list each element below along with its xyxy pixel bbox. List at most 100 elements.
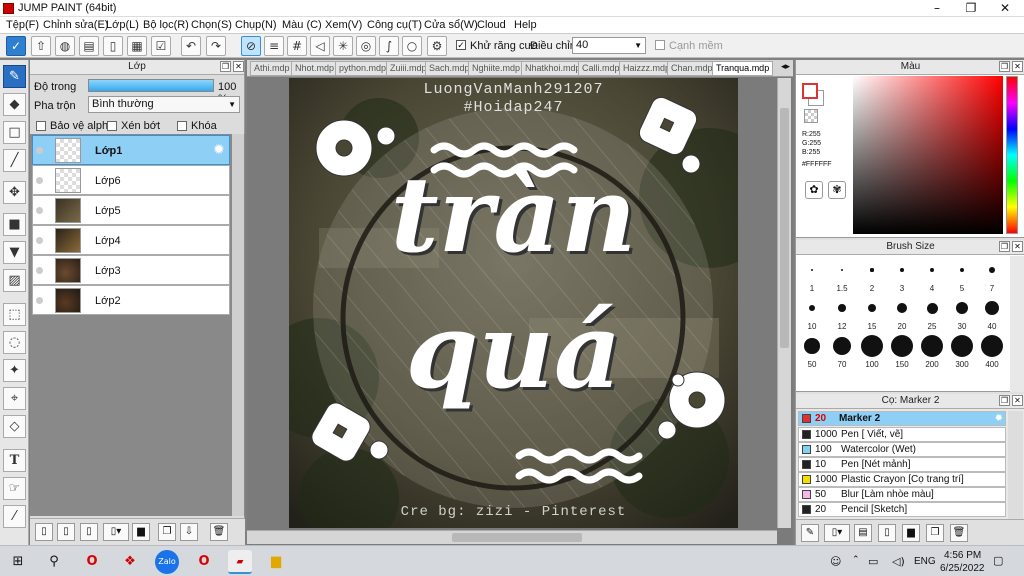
panel-close-icon[interactable]: ✕: [233, 61, 244, 72]
brush-size-option[interactable]: 3: [887, 258, 917, 294]
visibility-icon[interactable]: [36, 267, 43, 274]
canvas-horizontal-scrollbar[interactable]: [247, 530, 777, 544]
antialias-checkbox[interactable]: ✓: [456, 40, 466, 50]
adjust-input[interactable]: 40 ▼: [572, 37, 646, 54]
tab-calli[interactable]: Calli.mdp: [578, 61, 624, 76]
comment-icon[interactable]: ◍: [55, 36, 75, 56]
brush-size-option[interactable]: 30: [947, 296, 977, 332]
layer-row[interactable]: Lớp1 ✹: [32, 135, 230, 165]
transparent-color-icon[interactable]: [804, 109, 818, 123]
brush-tool-icon[interactable]: ✎: [3, 65, 26, 88]
panel-float-icon[interactable]: ❐: [999, 61, 1010, 72]
windows-start-icon[interactable]: ⊞: [6, 550, 30, 574]
protect-alpha-checkbox[interactable]: [36, 121, 46, 131]
panel-float-icon[interactable]: ❐: [999, 395, 1010, 406]
tab-nghiite[interactable]: Nghiite.mdp: [468, 61, 525, 76]
snap-vanish-icon[interactable]: ◁: [310, 36, 330, 56]
brush-size-option[interactable]: 25: [917, 296, 947, 332]
folder-icon[interactable]: ▆: [902, 524, 920, 542]
bucket-tool-icon[interactable]: ▼: [3, 241, 26, 264]
line-tool-icon[interactable]: ╱: [3, 149, 26, 172]
palette-icon[interactable]: ✿: [805, 181, 823, 199]
brush-size-option[interactable]: 5: [947, 258, 977, 294]
layer-row[interactable]: Lớp6: [32, 165, 230, 195]
menu-window[interactable]: Cửa sổ(W): [424, 19, 478, 31]
delete-brush-icon[interactable]: 🗑: [950, 524, 968, 542]
panel-close-icon[interactable]: ✕: [1012, 395, 1023, 406]
tab-scroll-icon[interactable]: ◂▸: [781, 62, 790, 72]
page-check-icon[interactable]: ☑: [151, 36, 171, 56]
brush-size-option[interactable]: 200: [917, 334, 947, 370]
network-icon[interactable]: ▭: [868, 555, 878, 568]
layer-row[interactable]: Lớp4: [32, 225, 230, 255]
gradient-tool-icon[interactable]: ▨: [3, 269, 26, 292]
foreground-color-swatch[interactable]: [802, 83, 818, 99]
visibility-icon[interactable]: [36, 147, 43, 154]
select-pen-tool-icon[interactable]: ⌖: [3, 387, 26, 410]
tab-nhot[interactable]: Nhot.mdp: [291, 61, 339, 76]
brush-tool-icon[interactable]: ✎: [801, 524, 819, 542]
merge-layer-icon[interactable]: ⇩: [180, 523, 198, 541]
page-settings-icon[interactable]: ▦: [127, 36, 147, 56]
brush-item[interactable]: 20 Pencil [Sketch]: [798, 502, 1006, 517]
opera-icon[interactable]: O: [80, 550, 104, 574]
select-rect-tool-icon[interactable]: ⬚: [3, 303, 26, 326]
tab-nhatkhoi[interactable]: Nhatkhoi.mdp: [521, 61, 585, 76]
snap-grid-icon[interactable]: #: [287, 36, 307, 56]
people-icon[interactable]: ☺: [830, 555, 841, 568]
search-icon[interactable]: ⚲: [42, 550, 66, 574]
language-indicator[interactable]: ENG: [914, 556, 936, 567]
duplicate-brush-icon[interactable]: ❐: [926, 524, 944, 542]
snap-ellipse-icon[interactable]: ○: [402, 36, 422, 56]
rect-tool-icon[interactable]: □: [3, 121, 26, 144]
menu-file[interactable]: Tệp(F): [6, 19, 39, 31]
gear-icon[interactable]: ✹: [213, 142, 225, 158]
close-icon[interactable]: ✕: [988, 0, 1022, 17]
brush-size-option[interactable]: 12: [827, 296, 857, 332]
opacity-slider[interactable]: [88, 79, 214, 92]
saturation-value-picker[interactable]: [853, 76, 1003, 234]
menu-view[interactable]: Xem(V): [325, 19, 362, 31]
redo-icon[interactable]: ↷: [206, 36, 226, 56]
snap-curve-icon[interactable]: ∫: [379, 36, 399, 56]
brush-size-option[interactable]: 15: [857, 296, 887, 332]
snap-parallel-icon[interactable]: ≡: [264, 36, 284, 56]
chevron-up-icon[interactable]: ⌃: [852, 555, 860, 565]
new-layer-1bit-icon[interactable]: ▯: [80, 523, 98, 541]
clock-date[interactable]: 6/25/2022: [940, 563, 985, 574]
delete-layer-icon[interactable]: 🗑: [210, 523, 228, 541]
tab-tranqua[interactable]: Tranqua.mdp: [712, 61, 774, 76]
snap-settings-icon[interactable]: ⚙: [427, 36, 447, 56]
menu-capture[interactable]: Chụp(N): [235, 19, 277, 31]
tab-chan[interactable]: Chan.mdp: [667, 61, 717, 76]
jump-paint-taskbar-icon[interactable]: ▰: [228, 550, 252, 574]
visibility-icon[interactable]: [36, 297, 43, 304]
move-tool-icon[interactable]: ✥: [3, 181, 26, 204]
tab-sach[interactable]: Sach.mdp: [425, 61, 474, 76]
brush-size-option[interactable]: 300: [947, 334, 977, 370]
lasso-tool-icon[interactable]: ◌: [3, 331, 26, 354]
brush-settings-icon[interactable]: ▤: [854, 524, 872, 542]
menu-edit[interactable]: Chỉnh sửa(E): [43, 19, 108, 31]
brush-size-option[interactable]: 10: [797, 296, 827, 332]
page-icon[interactable]: ▯: [103, 36, 123, 56]
layer-scrollbar[interactable]: [232, 134, 244, 516]
brush-item[interactable]: 100 Watercolor (Wet): [798, 442, 1006, 457]
cloud-save-icon[interactable]: ✓: [6, 36, 26, 56]
brush-item[interactable]: 20 Marker 2 ✹: [798, 411, 1006, 426]
layer-row[interactable]: Lớp3: [32, 255, 230, 285]
brush-size-option[interactable]: 2: [857, 258, 887, 294]
blend-select[interactable]: Bình thường ▼: [88, 96, 240, 113]
tab-haizzz[interactable]: Haizzz.mdp: [619, 61, 675, 76]
visibility-icon[interactable]: [36, 237, 43, 244]
visibility-icon[interactable]: [36, 177, 43, 184]
menu-filter[interactable]: Bộ lọc(R): [143, 19, 189, 31]
text-tool-icon[interactable]: T: [3, 449, 26, 472]
panel-close-icon[interactable]: ✕: [1012, 241, 1023, 252]
menu-help[interactable]: Help: [514, 19, 537, 31]
brush-list-scrollbar[interactable]: [1008, 411, 1023, 519]
panel-float-icon[interactable]: ❐: [220, 61, 231, 72]
brush-size-scrollbar[interactable]: [1010, 256, 1024, 392]
clock-time[interactable]: 4:56 PM: [944, 550, 981, 561]
brush-size-option[interactable]: 40: [977, 296, 1007, 332]
